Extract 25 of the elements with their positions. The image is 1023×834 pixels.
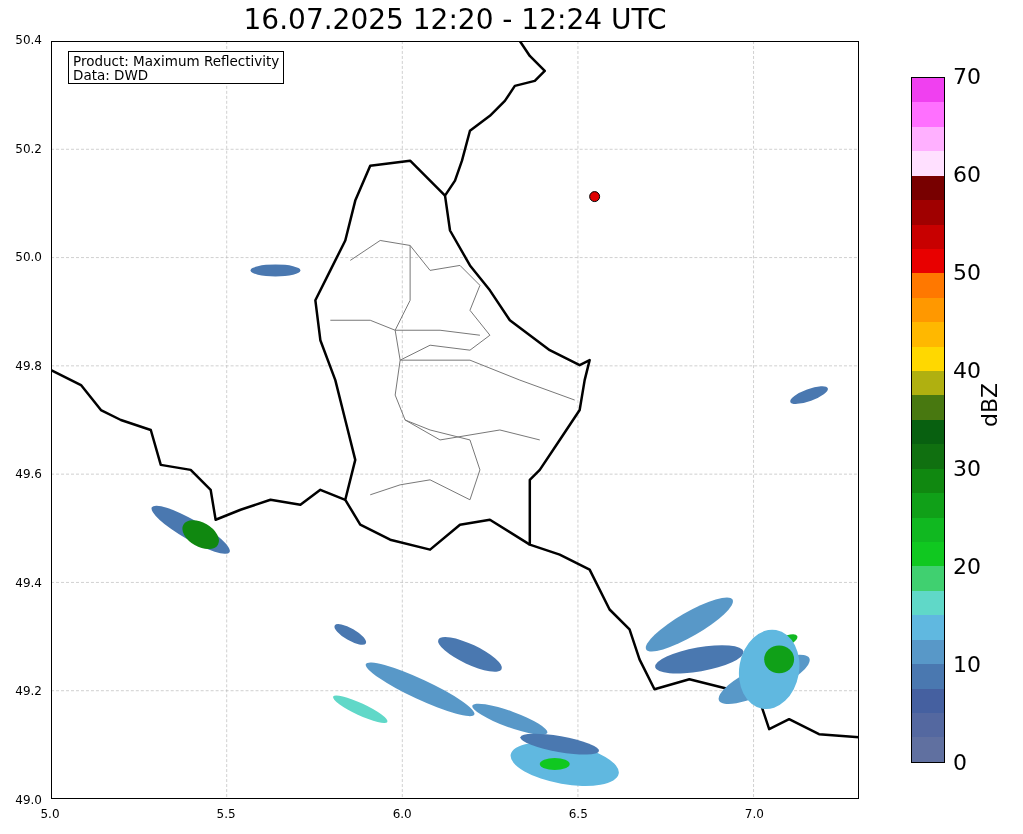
legend-text: Data: DWD [73, 68, 150, 82]
colorbar-tick-label: 70 [953, 65, 981, 89]
axis-tick-label: 49.0 [15, 793, 42, 807]
axis-tick-label: 49.2 [15, 684, 42, 699]
colorbar-tick-label: 20 [953, 555, 981, 579]
colorbar-tick-label: 10 [953, 653, 981, 677]
colorbar-tick-label: 60 [953, 163, 981, 187]
axis-tick-label: 5.5 [216, 807, 236, 821]
axis-tick-label: 6.0 [392, 807, 412, 821]
axis-tick-label: 50.2 [15, 141, 42, 156]
axis-tick-label: 7.0 [744, 807, 764, 821]
axis-tick-label: 6.5 [568, 807, 588, 821]
axis-tick-label: 49.6 [15, 467, 42, 482]
axis-tick-label: 49.4 [15, 575, 42, 590]
colorbar-label: dBZ [978, 382, 1002, 428]
colorbar-tick-label: 50 [953, 261, 981, 285]
chart-title: 16.07.2025 12:20 - 12:24 UTC [242, 2, 668, 38]
axis-tick-label: 50.0 [15, 250, 42, 265]
legend-text: Product: Maximum Reflectivity [73, 54, 280, 68]
colorbar-tick-label: 40 [953, 359, 981, 383]
colorbar-tick-label: 0 [953, 751, 967, 775]
colorbar-tick-label: 30 [953, 457, 981, 481]
axis-tick-label: 49.8 [15, 358, 42, 373]
axis-tick-label: 50.4 [15, 33, 42, 47]
axis-tick-label: 5.0 [40, 807, 60, 821]
